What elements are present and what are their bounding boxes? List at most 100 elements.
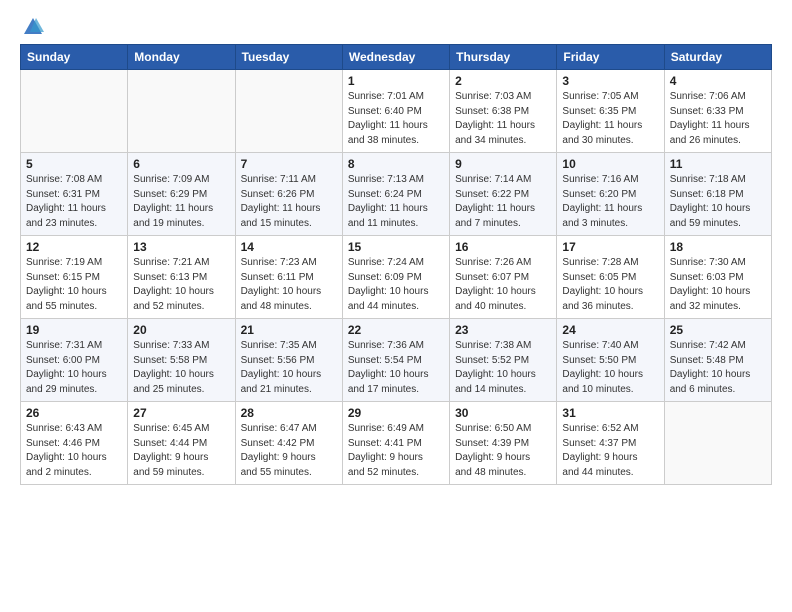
day-info: Sunrise: 6:50 AM Sunset: 4:39 PM Dayligh…: [455, 422, 551, 480]
weekday-header-cell: Friday: [557, 45, 664, 70]
day-info: Sunrise: 7:18 AM Sunset: 6:18 PM Dayligh…: [670, 173, 766, 231]
calendar-day-cell: 8Sunrise: 7:13 AM Sunset: 6:24 PM Daylig…: [342, 153, 449, 236]
header: [20, 16, 772, 38]
day-info: Sunrise: 7:03 AM Sunset: 6:38 PM Dayligh…: [455, 90, 551, 148]
calendar-day-cell: 19 Sunrise: 7:31 AM Sunset: 6:00 PM Dayli…: [21, 319, 128, 402]
day-number: 4: [670, 74, 766, 88]
calendar-day-cell: 26 Sunrise: 6:43 AM Sunset: 4:46 PM Dayli…: [21, 402, 128, 485]
calendar-day-cell: [664, 402, 771, 485]
day-info: Sunrise: 7:11 AM Sunset: 6:26 PM Dayligh…: [241, 173, 337, 231]
calendar-day-cell: 12 Sunrise: 7:19 AM Sunset: 6:15 PM Dayli…: [21, 236, 128, 319]
day-number: 13: [133, 240, 229, 254]
calendar-week-row: 19 Sunrise: 7:31 AM Sunset: 6:00 PM Dayli…: [21, 319, 772, 402]
calendar-week-row: 1Sunrise: 7:01 AM Sunset: 6:40 PM Daylig…: [21, 70, 772, 153]
day-info: Sunrise: 7:31 AM Sunset: 6:00 PM Dayligh…: [26, 339, 122, 397]
day-info: Sunrise: 7:30 AM Sunset: 6:03 PM Dayligh…: [670, 256, 766, 314]
calendar-day-cell: 27 Sunrise: 6:45 AM Sunset: 4:44 PM Dayli…: [128, 402, 235, 485]
day-info: Sunrise: 7:16 AM Sunset: 6:20 PM Dayligh…: [562, 173, 658, 231]
calendar-day-cell: 18 Sunrise: 7:30 AM Sunset: 6:03 PM Dayli…: [664, 236, 771, 319]
weekday-header-row: SundayMondayTuesdayWednesdayThursdayFrid…: [21, 45, 772, 70]
calendar-day-cell: 7 Sunrise: 7:11 AM Sunset: 6:26 PM Daylig…: [235, 153, 342, 236]
day-info: Sunrise: 7:38 AM Sunset: 5:52 PM Dayligh…: [455, 339, 551, 397]
day-number: 16: [455, 240, 551, 254]
weekday-header-cell: Thursday: [450, 45, 557, 70]
day-info: Sunrise: 7:28 AM Sunset: 6:05 PM Dayligh…: [562, 256, 658, 314]
weekday-header-cell: Monday: [128, 45, 235, 70]
day-info: Sunrise: 6:52 AM Sunset: 4:37 PM Dayligh…: [562, 422, 658, 480]
day-number: 27: [133, 406, 229, 420]
calendar-day-cell: 28Sunrise: 6:47 AM Sunset: 4:42 PM Dayli…: [235, 402, 342, 485]
calendar-table: SundayMondayTuesdayWednesdayThursdayFrid…: [20, 44, 772, 485]
day-info: Sunrise: 7:01 AM Sunset: 6:40 PM Dayligh…: [348, 90, 444, 148]
day-number: 31: [562, 406, 658, 420]
calendar-body: 1Sunrise: 7:01 AM Sunset: 6:40 PM Daylig…: [21, 70, 772, 485]
calendar-day-cell: 21Sunrise: 7:35 AM Sunset: 5:56 PM Dayli…: [235, 319, 342, 402]
calendar-day-cell: 2 Sunrise: 7:03 AM Sunset: 6:38 PM Daylig…: [450, 70, 557, 153]
day-number: 3: [562, 74, 658, 88]
day-info: Sunrise: 6:47 AM Sunset: 4:42 PM Dayligh…: [241, 422, 337, 480]
calendar-week-row: 5 Sunrise: 7:08 AM Sunset: 6:31 PM Daylig…: [21, 153, 772, 236]
day-number: 2: [455, 74, 551, 88]
day-number: 30: [455, 406, 551, 420]
calendar-day-cell: 4Sunrise: 7:06 AM Sunset: 6:33 PM Daylig…: [664, 70, 771, 153]
day-info: Sunrise: 7:09 AM Sunset: 6:29 PM Dayligh…: [133, 173, 229, 231]
day-info: Sunrise: 7:14 AM Sunset: 6:22 PM Dayligh…: [455, 173, 551, 231]
day-info: Sunrise: 7:13 AM Sunset: 6:24 PM Dayligh…: [348, 173, 444, 231]
day-number: 12: [26, 240, 122, 254]
day-info: Sunrise: 7:23 AM Sunset: 6:11 PM Dayligh…: [241, 256, 337, 314]
calendar-day-cell: 16 Sunrise: 7:26 AM Sunset: 6:07 PM Dayli…: [450, 236, 557, 319]
day-info: Sunrise: 6:45 AM Sunset: 4:44 PM Dayligh…: [133, 422, 229, 480]
calendar-day-cell: 1Sunrise: 7:01 AM Sunset: 6:40 PM Daylig…: [342, 70, 449, 153]
day-info: Sunrise: 7:26 AM Sunset: 6:07 PM Dayligh…: [455, 256, 551, 314]
calendar-week-row: 26 Sunrise: 6:43 AM Sunset: 4:46 PM Dayli…: [21, 402, 772, 485]
calendar-day-cell: 25 Sunrise: 7:42 AM Sunset: 5:48 PM Dayli…: [664, 319, 771, 402]
day-number: 20: [133, 323, 229, 337]
day-number: 29: [348, 406, 444, 420]
calendar-day-cell: [21, 70, 128, 153]
day-number: 22: [348, 323, 444, 337]
calendar-day-cell: 20Sunrise: 7:33 AM Sunset: 5:58 PM Dayli…: [128, 319, 235, 402]
calendar-day-cell: 13 Sunrise: 7:21 AM Sunset: 6:13 PM Dayli…: [128, 236, 235, 319]
day-number: 15: [348, 240, 444, 254]
weekday-header-cell: Wednesday: [342, 45, 449, 70]
day-info: Sunrise: 7:40 AM Sunset: 5:50 PM Dayligh…: [562, 339, 658, 397]
calendar-day-cell: 23 Sunrise: 7:38 AM Sunset: 5:52 PM Dayli…: [450, 319, 557, 402]
calendar-day-cell: 31 Sunrise: 6:52 AM Sunset: 4:37 PM Dayli…: [557, 402, 664, 485]
day-number: 14: [241, 240, 337, 254]
calendar-day-cell: 11Sunrise: 7:18 AM Sunset: 6:18 PM Dayli…: [664, 153, 771, 236]
calendar-day-cell: 24 Sunrise: 7:40 AM Sunset: 5:50 PM Dayli…: [557, 319, 664, 402]
day-number: 19: [26, 323, 122, 337]
calendar-day-cell: [235, 70, 342, 153]
day-number: 24: [562, 323, 658, 337]
day-info: Sunrise: 7:08 AM Sunset: 6:31 PM Dayligh…: [26, 173, 122, 231]
day-info: Sunrise: 7:42 AM Sunset: 5:48 PM Dayligh…: [670, 339, 766, 397]
weekday-header-cell: Tuesday: [235, 45, 342, 70]
calendar-day-cell: 14 Sunrise: 7:23 AM Sunset: 6:11 PM Dayli…: [235, 236, 342, 319]
calendar-day-cell: 22Sunrise: 7:36 AM Sunset: 5:54 PM Dayli…: [342, 319, 449, 402]
day-info: Sunrise: 7:21 AM Sunset: 6:13 PM Dayligh…: [133, 256, 229, 314]
calendar-day-cell: 6 Sunrise: 7:09 AM Sunset: 6:29 PM Daylig…: [128, 153, 235, 236]
calendar-day-cell: 17 Sunrise: 7:28 AM Sunset: 6:05 PM Dayli…: [557, 236, 664, 319]
calendar-day-cell: 29 Sunrise: 6:49 AM Sunset: 4:41 PM Dayli…: [342, 402, 449, 485]
day-info: Sunrise: 6:43 AM Sunset: 4:46 PM Dayligh…: [26, 422, 122, 480]
calendar-day-cell: 15 Sunrise: 7:24 AM Sunset: 6:09 PM Dayli…: [342, 236, 449, 319]
day-info: Sunrise: 7:19 AM Sunset: 6:15 PM Dayligh…: [26, 256, 122, 314]
weekday-header-cell: Sunday: [21, 45, 128, 70]
calendar-day-cell: 30 Sunrise: 6:50 AM Sunset: 4:39 PM Dayli…: [450, 402, 557, 485]
day-info: Sunrise: 7:24 AM Sunset: 6:09 PM Dayligh…: [348, 256, 444, 314]
day-number: 17: [562, 240, 658, 254]
calendar-day-cell: 5 Sunrise: 7:08 AM Sunset: 6:31 PM Daylig…: [21, 153, 128, 236]
weekday-header-cell: Saturday: [664, 45, 771, 70]
day-number: 7: [241, 157, 337, 171]
day-number: 26: [26, 406, 122, 420]
calendar-day-cell: 10 Sunrise: 7:16 AM Sunset: 6:20 PM Dayli…: [557, 153, 664, 236]
day-number: 6: [133, 157, 229, 171]
day-number: 25: [670, 323, 766, 337]
day-number: 5: [26, 157, 122, 171]
logo: [20, 16, 44, 38]
day-number: 10: [562, 157, 658, 171]
day-info: Sunrise: 6:49 AM Sunset: 4:41 PM Dayligh…: [348, 422, 444, 480]
calendar-day-cell: [128, 70, 235, 153]
day-number: 23: [455, 323, 551, 337]
day-number: 18: [670, 240, 766, 254]
